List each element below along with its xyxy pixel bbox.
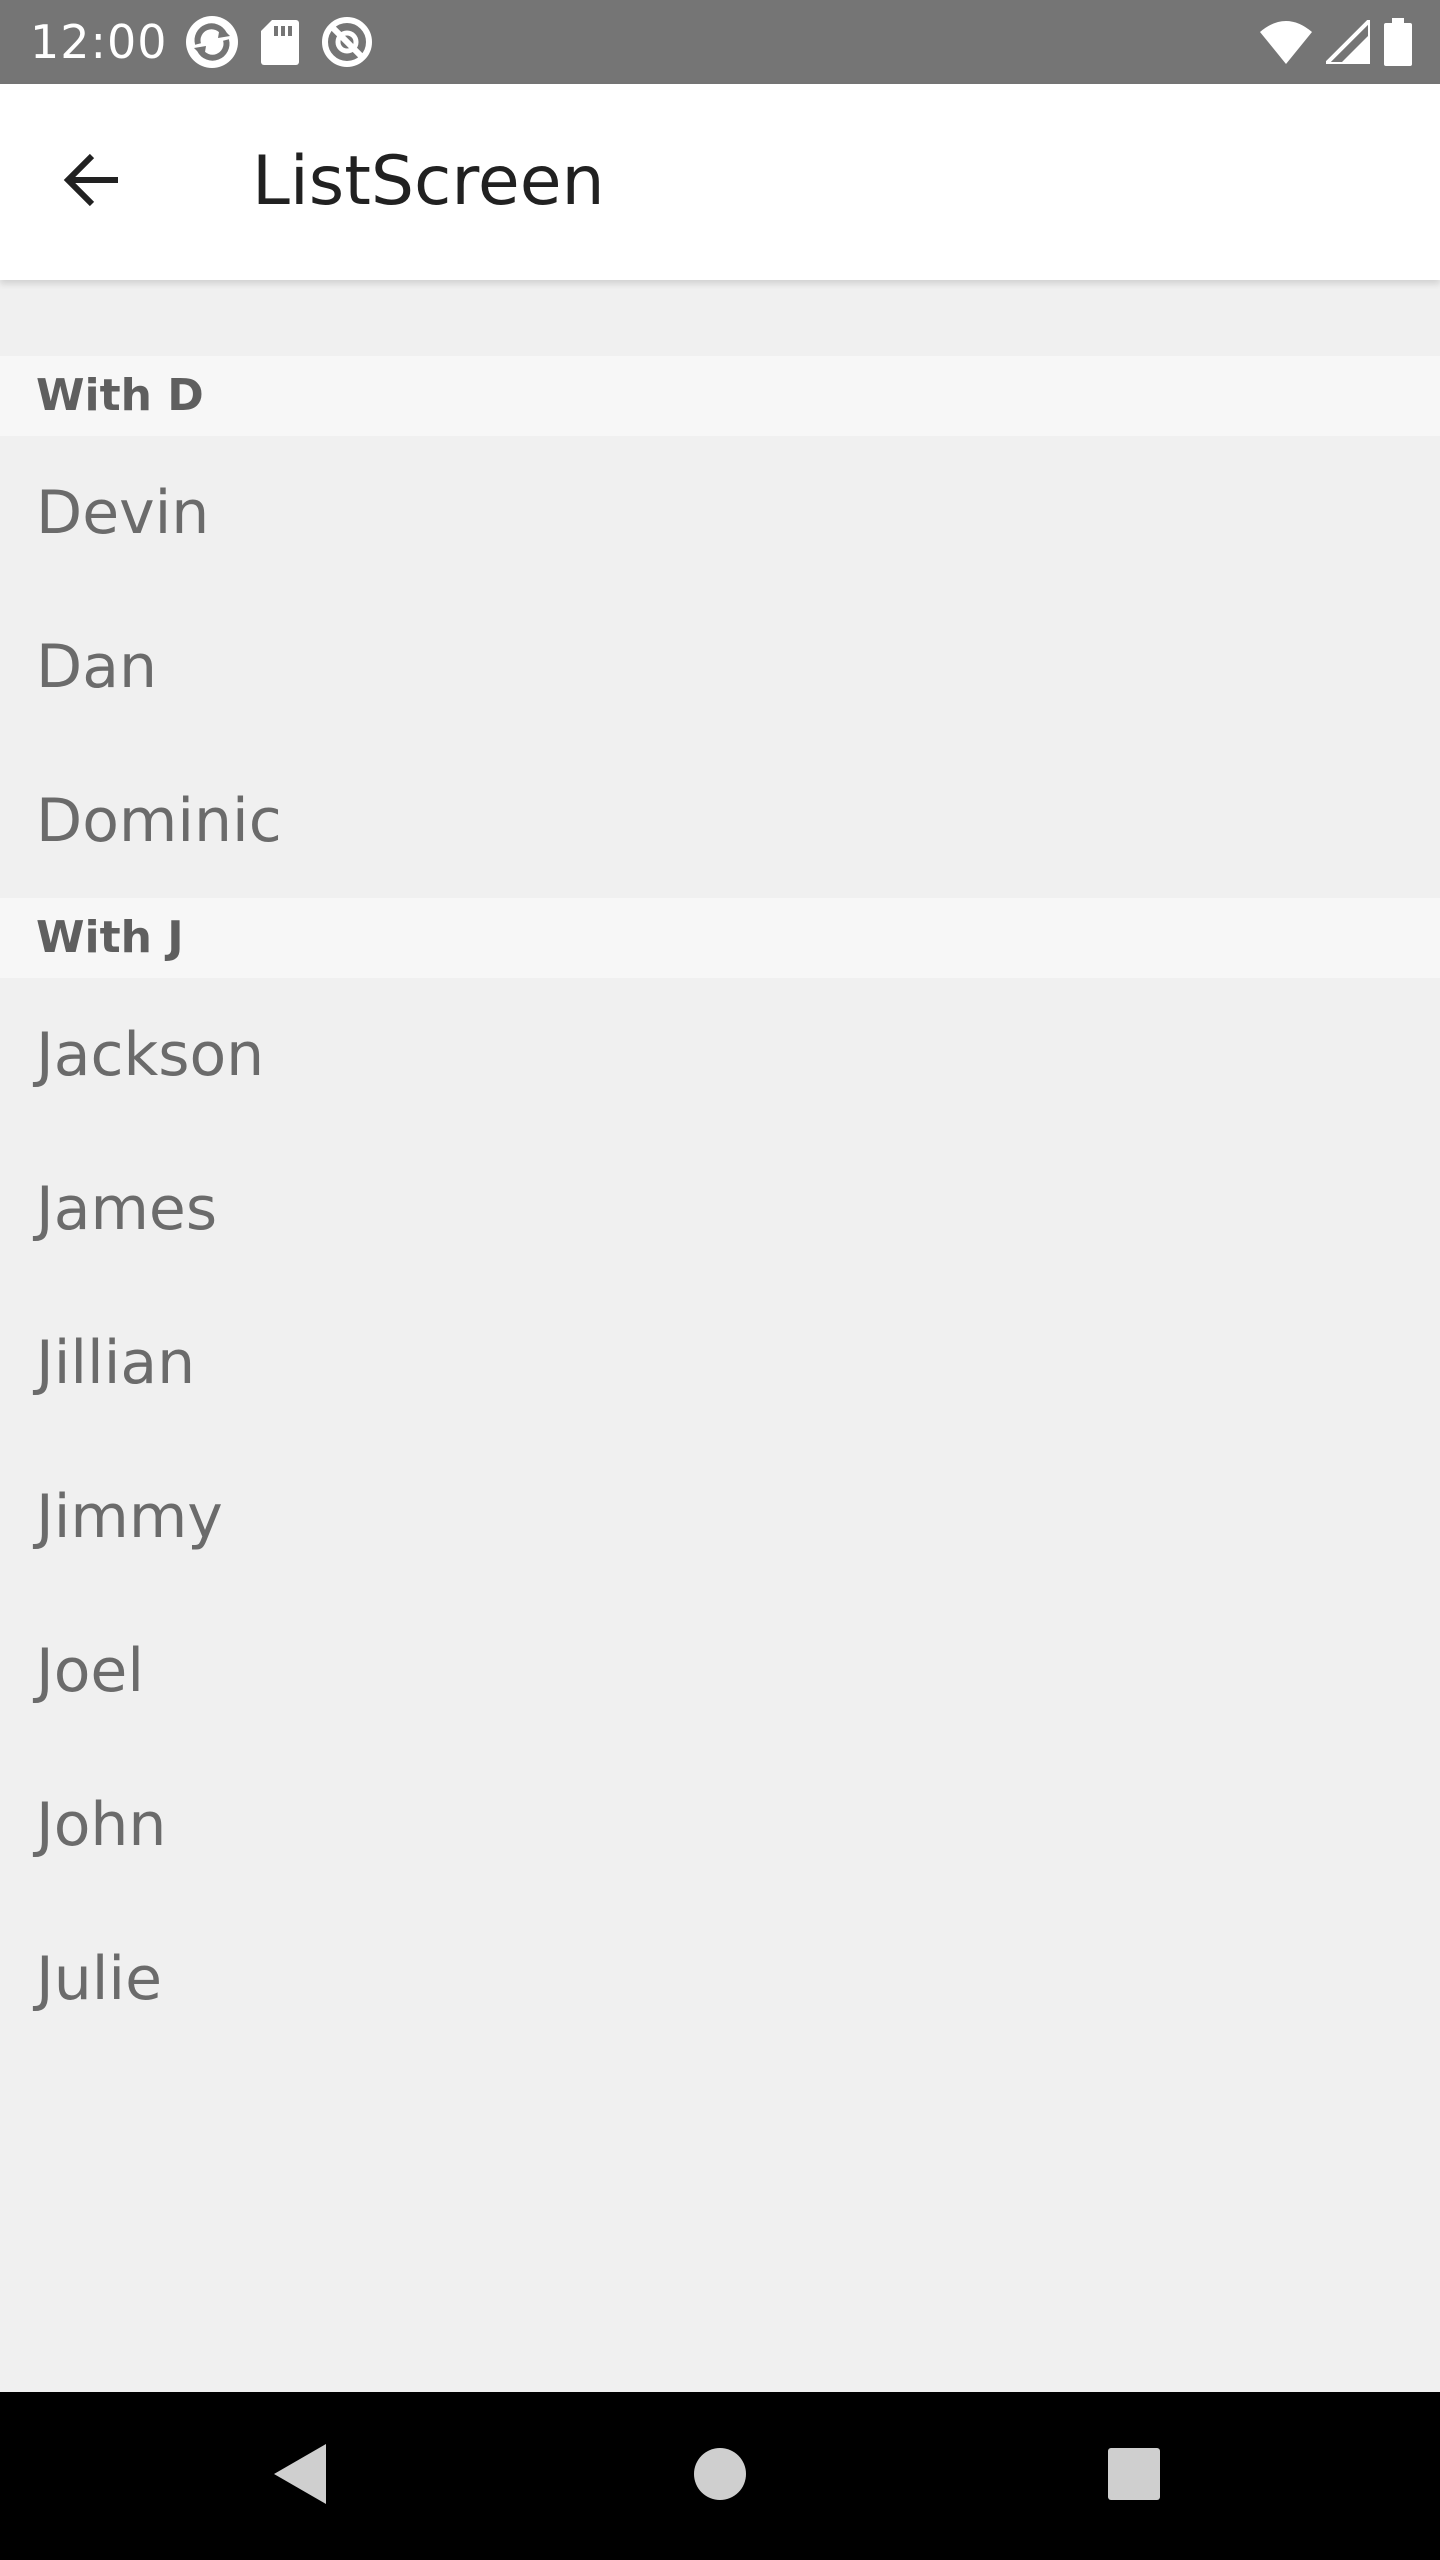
nav-recents-button[interactable] [1074,2416,1194,2536]
nav-back-icon [270,2442,330,2511]
list-item-dan[interactable]: Dan [0,590,1440,744]
cellular-signal-icon [1326,20,1370,64]
status-time: 12:00 [30,15,168,69]
page-title: ListScreen [252,142,605,221]
list-item-joel[interactable]: Joel [0,1594,1440,1748]
sync-icon [184,14,240,70]
nav-home-button[interactable] [660,2416,780,2536]
status-bar: 12:00 [0,0,1440,84]
battery-icon [1384,18,1412,66]
app-bar: ListScreen [0,84,1440,280]
back-button[interactable] [46,136,138,228]
list-item-jimmy[interactable]: Jimmy [0,1440,1440,1594]
list-top-spacer [0,280,1440,356]
navigation-bar [0,2392,1440,2560]
list-item-james[interactable]: James [0,1132,1440,1286]
sd-card-icon [260,18,300,66]
nav-home-icon [693,2447,747,2506]
section-header-d: With D [0,356,1440,436]
status-right-icons [1260,14,1412,70]
nav-back-button[interactable] [240,2416,360,2536]
list-item-devin[interactable]: Devin [0,436,1440,590]
list-item-julie[interactable]: Julie [0,1902,1440,2056]
list-item-john[interactable]: John [0,1748,1440,1902]
list-item-jackson[interactable]: Jackson [0,978,1440,1132]
section-header-j: With J [0,898,1440,978]
status-left-icons [184,14,374,70]
list-item-jillian[interactable]: Jillian [0,1286,1440,1440]
no-disturb-icon [320,15,374,69]
wifi-icon [1260,20,1312,64]
list-item-dominic[interactable]: Dominic [0,744,1440,898]
nav-recents-icon [1107,2447,1161,2506]
arrow-back-icon [60,148,124,217]
sectioned-list: With D Devin Dan Dominic With J Jackson … [0,280,1440,2056]
